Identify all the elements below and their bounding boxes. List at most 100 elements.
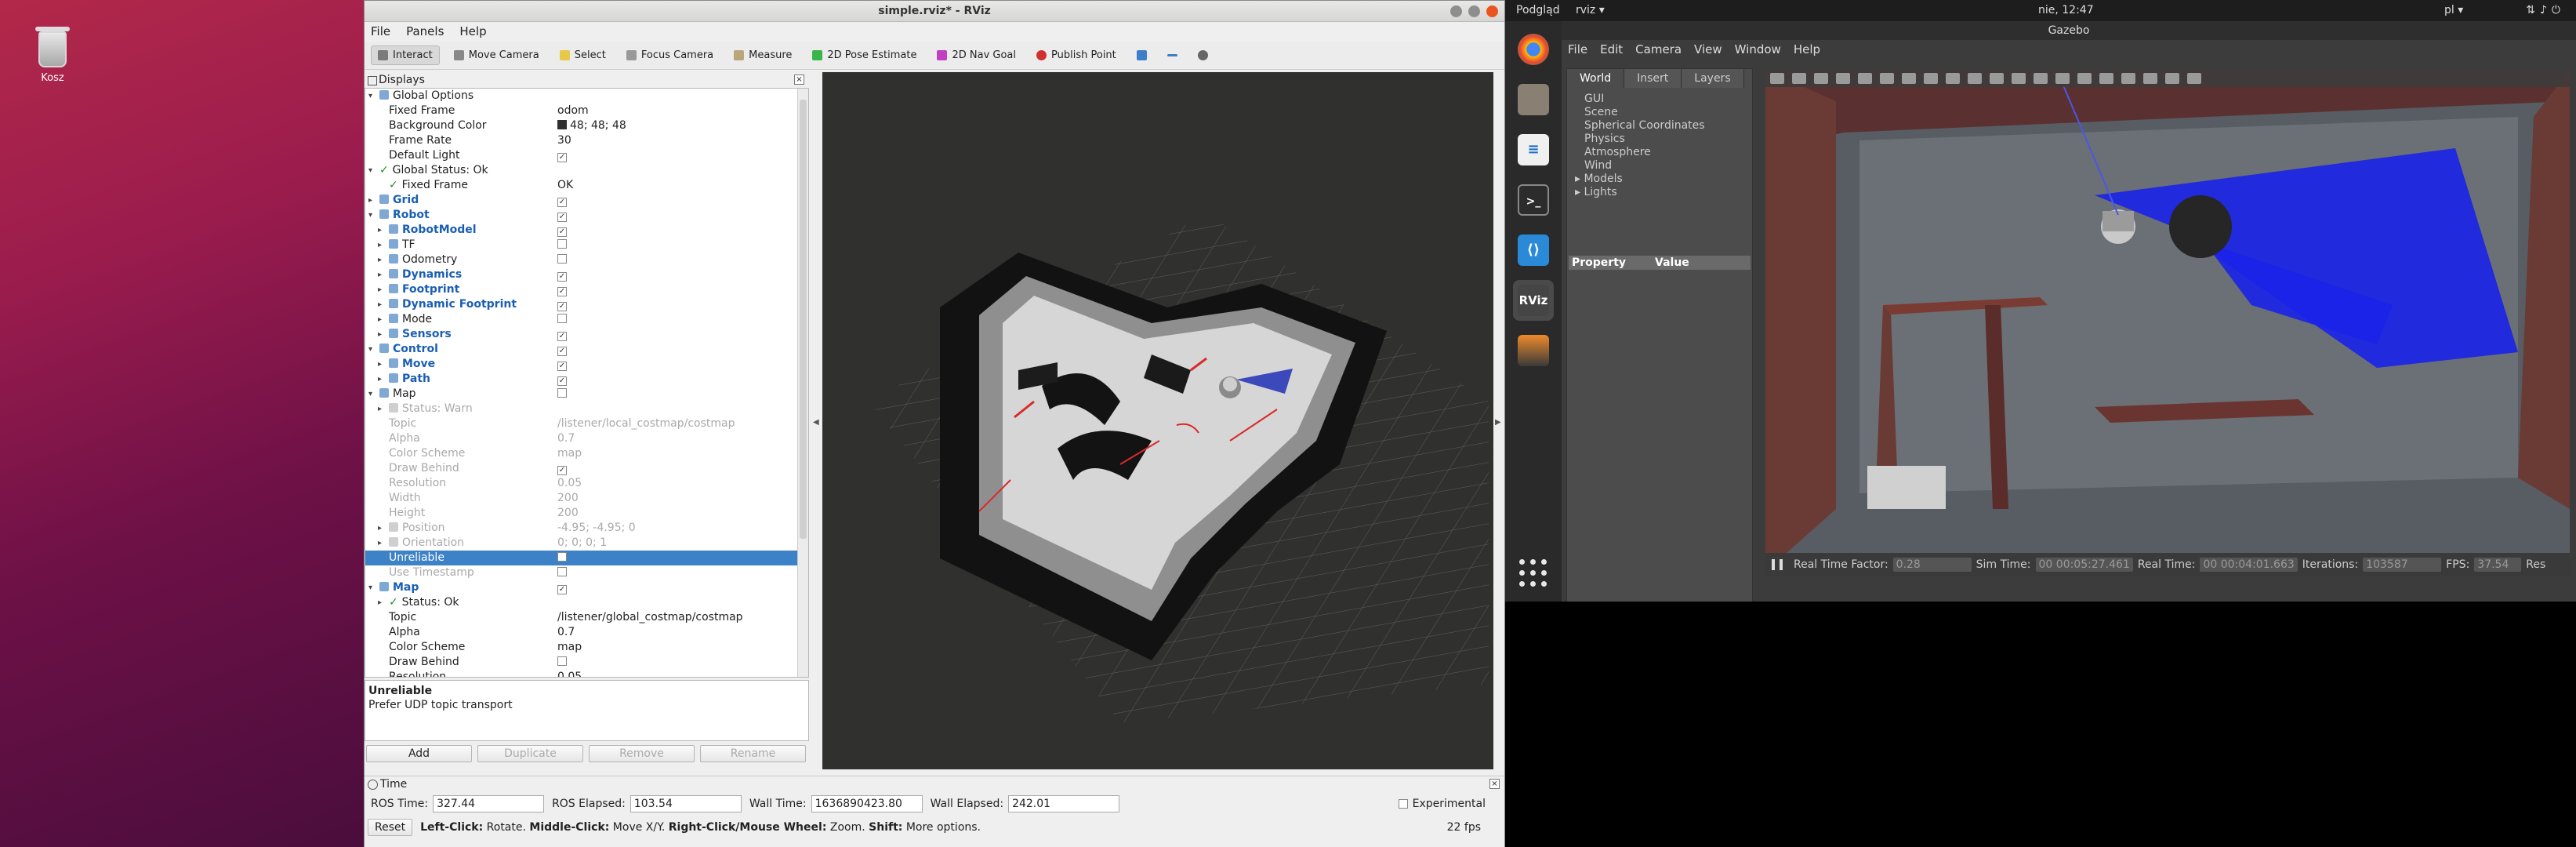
- tree-row[interactable]: ▸ Footprint ✓: [365, 282, 808, 297]
- menu-panels[interactable]: Panels: [406, 22, 444, 42]
- tree-row-checkbox[interactable]: ✓: [557, 198, 567, 207]
- tree-row-value[interactable]: [556, 387, 808, 402]
- expand-arrow-icon[interactable]: ▸: [378, 267, 382, 282]
- tree-row[interactable]: Color Scheme map: [365, 640, 808, 655]
- tool-remove-button[interactable]: [1161, 51, 1184, 60]
- tree-row-checkbox[interactable]: ✓: [557, 332, 567, 341]
- gz-menu-edit[interactable]: Edit: [1600, 42, 1623, 58]
- tree-row[interactable]: ▸ Dynamic Footprint ✓: [365, 297, 808, 312]
- tree-row-value[interactable]: ✓: [556, 223, 808, 238]
- rename-button[interactable]: Rename: [700, 745, 806, 762]
- tree-row-value[interactable]: map: [556, 640, 808, 655]
- tree-row-checkbox[interactable]: ✓: [557, 347, 567, 356]
- translate-icon[interactable]: [1792, 73, 1806, 84]
- tree-row-checkbox[interactable]: ✓: [557, 227, 567, 237]
- gz-menu-help[interactable]: Help: [1794, 42, 1820, 58]
- camera-type-dropdown[interactable]: [1192, 47, 1214, 64]
- tree-item-lights[interactable]: ▸ Lights: [1575, 186, 1752, 199]
- tree-row[interactable]: Default Light ✓: [365, 148, 808, 163]
- tree-row[interactable]: ▾ Control ✓: [365, 342, 808, 357]
- ros-elapsed-field[interactable]: 103.54: [629, 795, 742, 812]
- experimental-checkbox[interactable]: Experimental: [1398, 798, 1486, 810]
- collapse-arrow-icon[interactable]: ▾: [368, 580, 372, 595]
- gazebo-3d-scene[interactable]: [1765, 70, 2570, 572]
- tree-row-value[interactable]: ✓: [556, 372, 808, 387]
- tree-row[interactable]: ✓ Fixed Frame OK: [365, 178, 808, 193]
- collapse-right-icon[interactable]: ▶: [1495, 418, 1501, 427]
- tree-item-atmosphere[interactable]: Atmosphere: [1584, 146, 1752, 159]
- tree-row-checkbox[interactable]: ✓: [557, 287, 567, 296]
- close-icon[interactable]: [1486, 5, 1498, 17]
- rviz-launcher[interactable]: RViz: [1513, 280, 1554, 321]
- gz-menu-view[interactable]: View: [1694, 42, 1722, 58]
- writer-launcher[interactable]: ≡: [1513, 129, 1554, 170]
- tree-row-value[interactable]: ✓: [556, 193, 808, 208]
- scrollbar-thumb[interactable]: [800, 100, 807, 539]
- vscode-launcher[interactable]: ⟨⟩: [1513, 230, 1554, 271]
- duplicate-button[interactable]: Duplicate: [477, 745, 583, 762]
- tree-row[interactable]: Color Scheme map: [365, 446, 808, 461]
- tree-row-value[interactable]: [556, 551, 808, 565]
- align-icon[interactable]: [2077, 73, 2092, 84]
- expand-arrow-icon[interactable]: ▸: [378, 536, 382, 551]
- tree-row[interactable]: ▾ Robot ✓: [365, 208, 808, 223]
- maximize-icon[interactable]: [1468, 5, 1480, 17]
- gazebo-titlebar[interactable]: Gazebo: [1562, 21, 2576, 40]
- tree-row[interactable]: ▸ Status: Warn: [365, 402, 808, 416]
- reset-button[interactable]: Reset: [368, 819, 413, 836]
- tree-row-checkbox[interactable]: [557, 254, 567, 264]
- expand-arrow-icon[interactable]: ▸: [378, 223, 382, 238]
- gz-menu-camera[interactable]: Camera: [1635, 42, 1682, 58]
- expand-arrow-icon[interactable]: ▸: [368, 193, 372, 208]
- app-menu[interactable]: rviz ▾: [1576, 0, 1605, 21]
- tree-row-checkbox[interactable]: ✓: [557, 302, 567, 311]
- tool-add-button[interactable]: [1130, 47, 1153, 64]
- tree-row-checkbox[interactable]: [557, 567, 567, 576]
- tree-row-value[interactable]: [556, 253, 808, 267]
- tree-row-value[interactable]: 0; 0; 0; 1: [556, 536, 808, 551]
- tree-item-scene[interactable]: Scene: [1584, 106, 1752, 119]
- tree-row[interactable]: ▸ Position -4.95; -4.95; 0: [365, 521, 808, 536]
- tree-row-checkbox[interactable]: ✓: [557, 376, 567, 386]
- tool-move-camera[interactable]: Move Camera: [448, 46, 546, 64]
- copy-icon[interactable]: [2034, 73, 2048, 84]
- tree-row-value[interactable]: ✓: [556, 357, 808, 372]
- tool-interact[interactable]: Interact: [371, 45, 440, 65]
- tree-row-value[interactable]: [556, 238, 808, 253]
- rviz-3d-viewport[interactable]: [822, 72, 1493, 769]
- tree-row-checkbox[interactable]: ✓: [557, 466, 567, 475]
- sphere-icon[interactable]: [1924, 73, 1938, 84]
- tree-row-checkbox[interactable]: ✓: [557, 272, 567, 282]
- tree-row-checkbox[interactable]: [557, 314, 567, 323]
- tree-row[interactable]: ▸ Mode: [365, 312, 808, 327]
- tree-row[interactable]: Background Color 48; 48; 48: [365, 118, 808, 133]
- tree-row[interactable]: ▸ Orientation 0; 0; 0; 1: [365, 536, 808, 551]
- tree-row-value[interactable]: ✓: [556, 282, 808, 297]
- tree-scrollbar[interactable]: [797, 89, 808, 677]
- tool-2d-nav-goal[interactable]: 2D Nav Goal: [931, 46, 1022, 64]
- tree-row-value[interactable]: [556, 312, 808, 327]
- tree-item-gui[interactable]: GUI: [1584, 93, 1752, 106]
- tree-row[interactable]: Resolution 0.05: [365, 670, 808, 677]
- tree-row-value[interactable]: /listener/global_costmap/costmap: [556, 610, 808, 625]
- tree-row-value[interactable]: 200: [556, 506, 808, 521]
- tree-row-value[interactable]: /listener/local_costmap/costmap: [556, 416, 808, 431]
- tree-row-value[interactable]: [556, 89, 808, 104]
- snap-icon[interactable]: [2099, 73, 2113, 84]
- tree-row-checkbox[interactable]: ✓: [557, 213, 567, 222]
- tree-row-checkbox[interactable]: ✓: [557, 362, 567, 371]
- cylinder-icon[interactable]: [1946, 73, 1960, 84]
- select-mode-icon[interactable]: [1770, 73, 1784, 84]
- tab-layers[interactable]: Layers: [1682, 69, 1744, 88]
- gz-reset-button[interactable]: Res: [2526, 558, 2545, 571]
- gz-menu-file[interactable]: File: [1568, 42, 1587, 58]
- clock[interactable]: nie, 12:47: [2038, 0, 2094, 21]
- point-light-icon[interactable]: [1990, 73, 2004, 84]
- tree-row-checkbox[interactable]: ✓: [557, 585, 567, 594]
- tree-row-value[interactable]: ✓: [556, 208, 808, 223]
- collapse-arrow-icon[interactable]: ▾: [368, 163, 372, 178]
- tab-insert[interactable]: Insert: [1624, 69, 1682, 88]
- tree-row-value[interactable]: 200: [556, 491, 808, 506]
- box-icon[interactable]: [1902, 73, 1916, 84]
- tree-row[interactable]: ▸ Odometry: [365, 253, 808, 267]
